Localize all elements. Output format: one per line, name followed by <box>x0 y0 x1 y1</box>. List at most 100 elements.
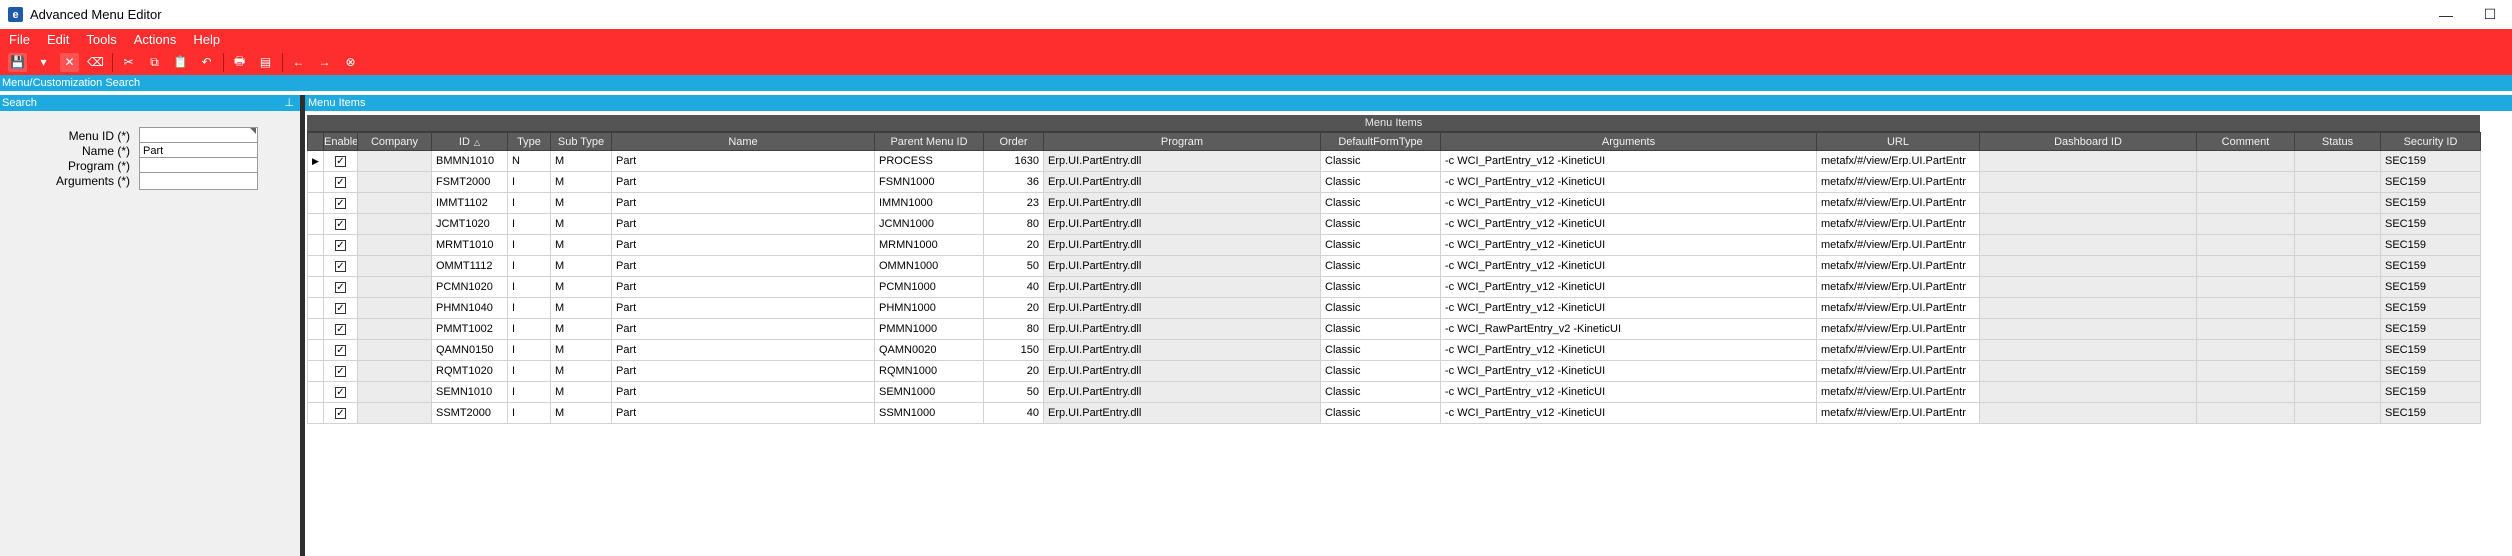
row-selector[interactable] <box>307 213 324 235</box>
status-cell[interactable] <box>2294 255 2381 277</box>
url-cell[interactable]: metafx/#/view/Erp.UI.PartEntr <box>1816 276 1980 298</box>
type-cell[interactable]: I <box>507 297 551 319</box>
status-cell[interactable] <box>2294 339 2381 361</box>
parent-menu-id-cell[interactable]: IMMN1000 <box>874 192 984 214</box>
company-cell[interactable] <box>357 192 432 214</box>
url-cell[interactable]: metafx/#/view/Erp.UI.PartEntr <box>1816 213 1980 235</box>
name-cell[interactable]: Part <box>611 234 875 256</box>
pin-icon[interactable]: ⊥ <box>284 95 294 111</box>
type-cell[interactable]: I <box>507 381 551 403</box>
dropdown-arrow-icon[interactable]: ▾ <box>34 53 53 72</box>
sub-type-cell[interactable]: M <box>550 150 612 172</box>
row-selector[interactable] <box>307 192 324 214</box>
print-preview-icon[interactable]: ▤ <box>256 53 275 72</box>
table-row[interactable]: ✓ IMMT1102 I M Part IMMN1000 23 Erp.UI.PartEntr… <box>307 192 2481 214</box>
default-form-type-cell[interactable]: Classic <box>1320 171 1441 193</box>
comment-cell[interactable] <box>2196 276 2295 298</box>
sub-type-cell[interactable]: M <box>550 234 612 256</box>
forward-icon[interactable]: → <box>315 53 334 72</box>
comment-cell[interactable] <box>2196 171 2295 193</box>
security-id-cell[interactable]: SEC159 <box>2380 402 2481 424</box>
column-header-enabled[interactable]: Enabled <box>323 132 358 151</box>
parent-menu-id-cell[interactable]: OMMN1000 <box>874 255 984 277</box>
security-id-cell[interactable]: SEC159 <box>2380 234 2481 256</box>
type-cell[interactable]: I <box>507 192 551 214</box>
id-cell[interactable]: PHMN1040 <box>431 297 508 319</box>
dashboard-id-cell[interactable] <box>1979 360 2197 382</box>
type-cell[interactable]: I <box>507 360 551 382</box>
parent-menu-id-cell[interactable]: PHMN1000 <box>874 297 984 319</box>
print-icon[interactable]: 🖶 <box>230 53 249 72</box>
enabled-checkbox[interactable]: ✓ <box>335 261 346 272</box>
row-selector[interactable] <box>307 276 324 298</box>
company-cell[interactable] <box>357 339 432 361</box>
menu-help[interactable]: Help <box>190 32 223 47</box>
default-form-type-cell[interactable]: Classic <box>1320 192 1441 214</box>
default-form-type-cell[interactable]: Classic <box>1320 255 1441 277</box>
column-header-parent-menu-id[interactable]: Parent Menu ID <box>874 132 984 151</box>
type-cell[interactable]: I <box>507 339 551 361</box>
name-cell[interactable]: Part <box>611 360 875 382</box>
program-cell[interactable]: Erp.UI.PartEntry.dll <box>1043 213 1321 235</box>
name-cell[interactable]: Part <box>611 297 875 319</box>
id-cell[interactable]: PCMN1020 <box>431 276 508 298</box>
column-header-company[interactable]: Company <box>357 132 432 151</box>
arguments-cell[interactable]: -c WCI_PartEntry_v12 -KineticUI <box>1440 276 1817 298</box>
url-cell[interactable]: metafx/#/view/Erp.UI.PartEntr <box>1816 318 1980 340</box>
column-header-id[interactable]: ID △ <box>431 132 508 151</box>
status-cell[interactable] <box>2294 150 2381 172</box>
default-form-type-cell[interactable]: Classic <box>1320 339 1441 361</box>
program-cell[interactable]: Erp.UI.PartEntry.dll <box>1043 381 1321 403</box>
row-selector[interactable] <box>307 381 324 403</box>
program-cell[interactable]: Erp.UI.PartEntry.dll <box>1043 255 1321 277</box>
row-selector[interactable] <box>307 360 324 382</box>
sub-type-cell[interactable]: M <box>550 339 612 361</box>
program-cell[interactable]: Erp.UI.PartEntry.dll <box>1043 297 1321 319</box>
status-cell[interactable] <box>2294 213 2381 235</box>
sub-type-cell[interactable]: M <box>550 360 612 382</box>
arguments-cell[interactable]: -c WCI_PartEntry_v12 -KineticUI <box>1440 171 1817 193</box>
row-selector[interactable] <box>307 318 324 340</box>
type-cell[interactable]: I <box>507 234 551 256</box>
menu-actions[interactable]: Actions <box>131 32 180 47</box>
arguments-cell[interactable]: -c WCI_PartEntry_v12 -KineticUI <box>1440 234 1817 256</box>
default-form-type-cell[interactable]: Classic <box>1320 297 1441 319</box>
dashboard-id-cell[interactable] <box>1979 171 2197 193</box>
security-id-cell[interactable]: SEC159 <box>2380 276 2481 298</box>
company-cell[interactable] <box>357 234 432 256</box>
url-cell[interactable]: metafx/#/view/Erp.UI.PartEntr <box>1816 360 1980 382</box>
enabled-checkbox[interactable]: ✓ <box>335 219 346 230</box>
dashboard-id-cell[interactable] <box>1979 402 2197 424</box>
cut-icon[interactable]: ✂ <box>119 53 138 72</box>
comment-cell[interactable] <box>2196 150 2295 172</box>
program-cell[interactable]: Erp.UI.PartEntry.dll <box>1043 171 1321 193</box>
arguments-cell[interactable]: -c WCI_PartEntry_v12 -KineticUI <box>1440 381 1817 403</box>
sub-type-cell[interactable]: M <box>550 171 612 193</box>
clear-icon[interactable]: ✕ <box>60 52 79 72</box>
parent-menu-id-cell[interactable]: SEMN1000 <box>874 381 984 403</box>
order-cell[interactable]: 20 <box>983 234 1044 256</box>
id-cell[interactable]: MRMT1010 <box>431 234 508 256</box>
comment-cell[interactable] <box>2196 318 2295 340</box>
security-id-cell[interactable]: SEC159 <box>2380 150 2481 172</box>
table-row[interactable]: ✓ RQMT1020 I M Part RQMN1000 20 Erp.UI.PartEntr… <box>307 360 2481 382</box>
enabled-checkbox[interactable]: ✓ <box>335 303 346 314</box>
sub-type-cell[interactable]: M <box>550 297 612 319</box>
name-cell[interactable]: Part <box>611 402 875 424</box>
id-cell[interactable]: BMMN1010 <box>431 150 508 172</box>
id-cell[interactable]: SEMN1010 <box>431 381 508 403</box>
program-cell[interactable]: Erp.UI.PartEntry.dll <box>1043 150 1321 172</box>
column-header-status[interactable]: Status <box>2294 132 2381 151</box>
parent-menu-id-cell[interactable]: RQMN1000 <box>874 360 984 382</box>
type-cell[interactable]: I <box>507 213 551 235</box>
maximize-button[interactable]: ☐ <box>2468 0 2512 29</box>
type-cell[interactable]: I <box>507 402 551 424</box>
dashboard-id-cell[interactable] <box>1979 192 2197 214</box>
row-selector[interactable] <box>307 255 324 277</box>
table-row[interactable]: ▶ ✓ BMMN1010 N M Part PROCESS 1630 Erp.UI.PartEn… <box>307 150 2481 172</box>
security-id-cell[interactable]: SEC159 <box>2380 360 2481 382</box>
enabled-checkbox[interactable]: ✓ <box>335 156 346 167</box>
comment-cell[interactable] <box>2196 255 2295 277</box>
program-cell[interactable]: Erp.UI.PartEntry.dll <box>1043 360 1321 382</box>
security-id-cell[interactable]: SEC159 <box>2380 381 2481 403</box>
